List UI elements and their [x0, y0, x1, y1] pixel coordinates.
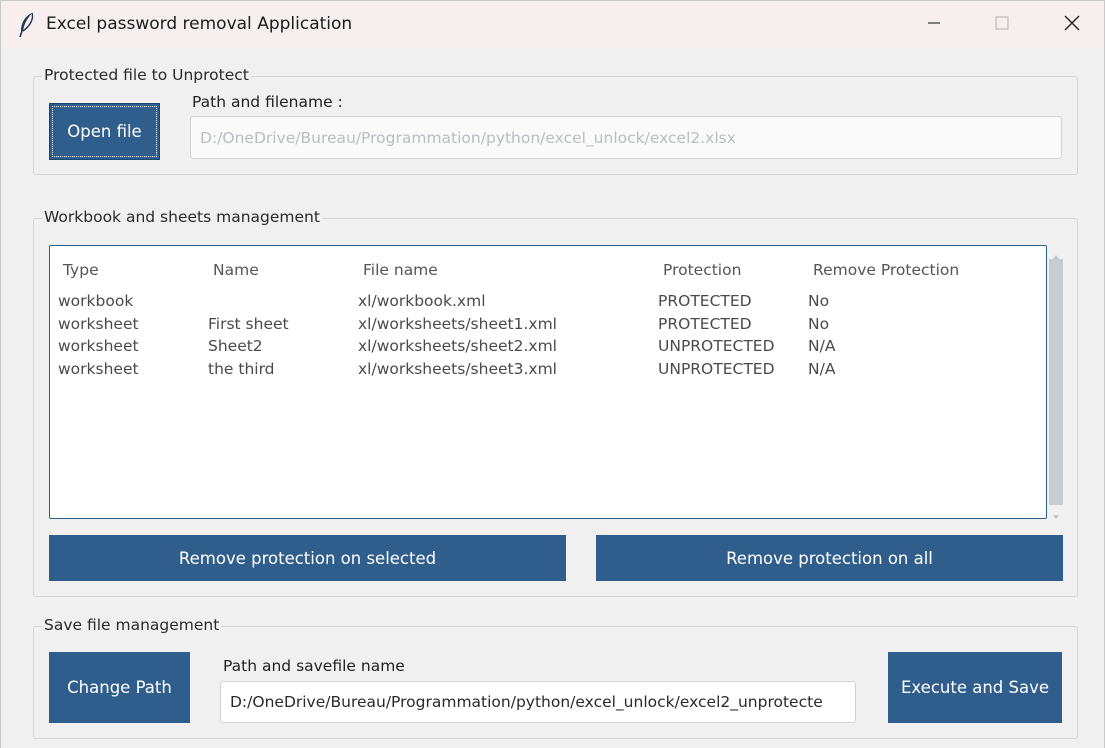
sheets-table[interactable]: Type Name File name Protection Remove Pr… [49, 245, 1047, 519]
protected-file-group: Protected file to Unprotect Open file Pa… [33, 66, 1078, 175]
cell-name: First sheet [208, 314, 289, 333]
protected-file-legend: Protected file to Unprotect [42, 66, 251, 84]
title-bar[interactable]: Excel password removal Application [1, 1, 1104, 48]
close-button[interactable] [1037, 1, 1105, 48]
client-area: Protected file to Unprotect Open file Pa… [1, 48, 1104, 748]
execute-save-button[interactable]: Execute and Save [888, 652, 1062, 723]
table-row[interactable]: worksheet the third xl/worksheets/sheet3… [50, 360, 1046, 383]
table-header: Type Name File name Protection Remove Pr… [50, 261, 1046, 281]
workbook-sheets-legend: Workbook and sheets management [42, 208, 322, 226]
open-file-button[interactable]: Open file [49, 103, 160, 160]
save-path-label: Path and savefile name [223, 657, 405, 675]
column-header-name[interactable]: Name [213, 261, 259, 279]
column-header-protection[interactable]: Protection [663, 261, 741, 279]
save-file-group: Save file management Change Path Path an… [33, 616, 1078, 739]
scroll-down-icon[interactable] [1051, 507, 1061, 519]
column-header-type[interactable]: Type [63, 261, 99, 279]
scroll-up-icon[interactable] [1051, 247, 1061, 259]
cell-type: worksheet [58, 314, 139, 333]
cell-file-name: xl/worksheets/sheet1.xml [358, 314, 557, 333]
path-filename-label: Path and filename : [192, 93, 343, 111]
source-path-field[interactable]: D:/OneDrive/Bureau/Programmation/python/… [190, 116, 1062, 159]
maximize-button[interactable] [967, 1, 1037, 48]
close-icon [1064, 15, 1080, 35]
cell-file-name: xl/workbook.xml [358, 292, 486, 310]
table-scrollbar[interactable] [1048, 245, 1064, 519]
cell-protection: UNPROTECTED [658, 337, 775, 356]
save-file-legend: Save file management [42, 616, 222, 634]
cell-type: worksheet [58, 360, 139, 379]
column-header-remove-protection[interactable]: Remove Protection [813, 261, 959, 279]
cell-remove-protection: N/A [808, 337, 836, 356]
feather-icon [17, 12, 37, 38]
app-window: Excel password removal Application Prote… [0, 0, 1105, 748]
cell-protection: PROTECTED [658, 314, 752, 333]
window-title: Excel password removal Application [46, 14, 353, 34]
cell-name: Sheet2 [208, 337, 263, 356]
workbook-sheets-group: Workbook and sheets management Type Name… [33, 208, 1078, 597]
table-row[interactable]: workbook xl/workbook.xml PROTECTED No [50, 292, 1046, 315]
maximize-icon [995, 15, 1009, 34]
table-row[interactable]: worksheet Sheet2 xl/worksheets/sheet2.xm… [50, 337, 1046, 360]
cell-remove-protection: No [808, 314, 830, 333]
table-row[interactable]: worksheet First sheet xl/worksheets/shee… [50, 315, 1046, 338]
remove-protection-all-button[interactable]: Remove protection on all [596, 535, 1063, 581]
cell-type: workbook [58, 292, 134, 310]
minimize-icon [927, 15, 941, 34]
change-path-button[interactable]: Change Path [49, 652, 190, 723]
cell-file-name: xl/worksheets/sheet3.xml [358, 360, 557, 379]
column-header-file-name[interactable]: File name [363, 261, 438, 279]
cell-remove-protection: No [808, 292, 830, 310]
remove-protection-selected-button[interactable]: Remove protection on selected [49, 535, 566, 581]
cell-name: the third [208, 360, 275, 379]
save-path-field[interactable]: D:/OneDrive/Bureau/Programmation/python/… [220, 681, 856, 723]
scrollbar-thumb[interactable] [1049, 259, 1063, 505]
table-body: workbook xl/workbook.xml PROTECTED No wo… [50, 292, 1046, 383]
cell-protection: UNPROTECTED [658, 360, 775, 379]
cell-protection: PROTECTED [658, 292, 752, 310]
cell-file-name: xl/worksheets/sheet2.xml [358, 337, 557, 356]
minimize-button[interactable] [899, 1, 969, 48]
cell-type: worksheet [58, 337, 139, 356]
cell-remove-protection: N/A [808, 360, 836, 379]
